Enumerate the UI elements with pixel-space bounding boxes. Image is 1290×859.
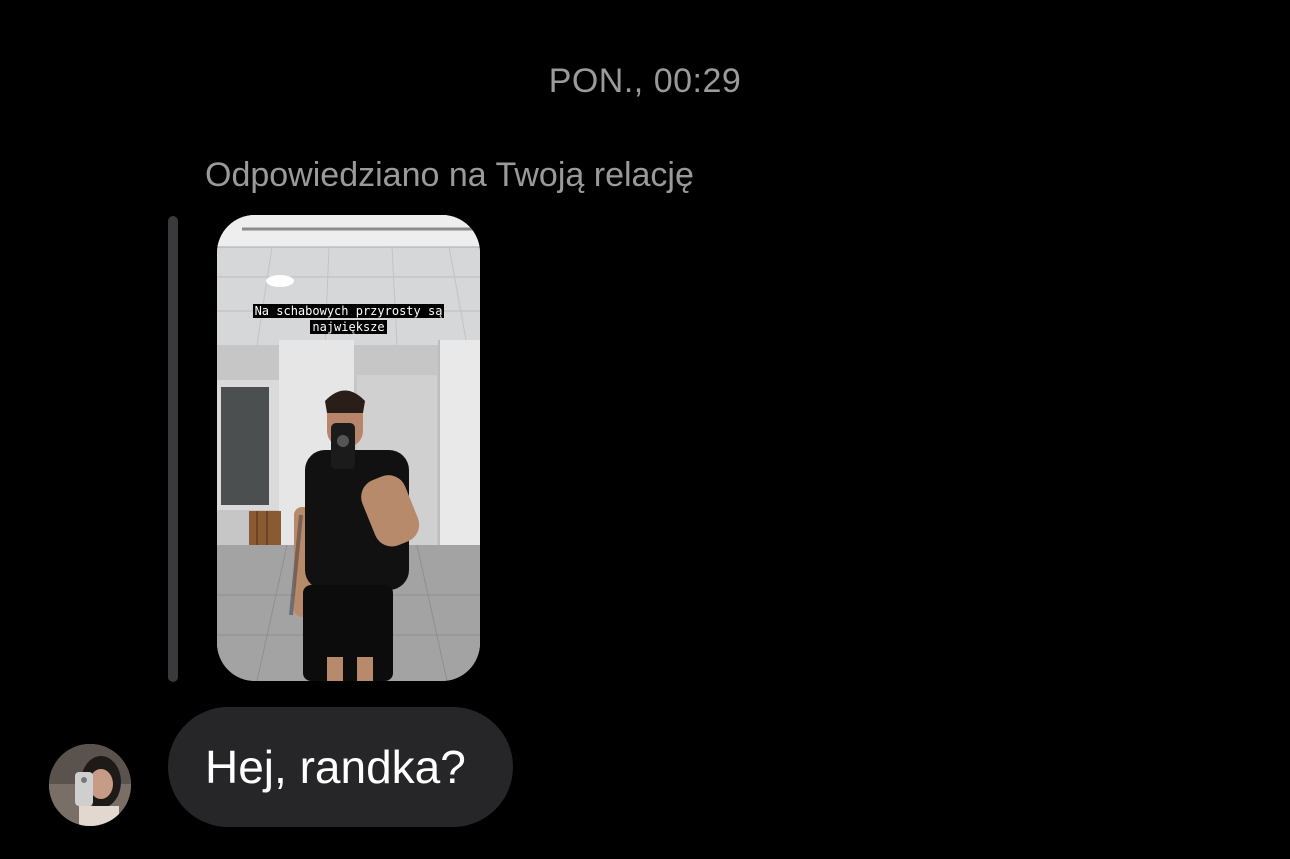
- reply-quote-bar: [168, 216, 178, 682]
- message-timestamp: PON., 00:29: [548, 62, 742, 100]
- story-reply-label: Odpowiedziano na Twoją relację: [205, 156, 694, 194]
- chat-screen: PON., 00:29 Odpowiedziano na Twoją relac…: [0, 0, 1290, 859]
- story-caption: Na schabowych przyrosty są największe: [217, 303, 480, 335]
- sender-avatar[interactable]: [49, 744, 131, 826]
- story-photo: [217, 215, 480, 681]
- story-caption-line-1: Na schabowych przyrosty są: [252, 304, 445, 318]
- message-text: Hej, randka?: [205, 741, 466, 793]
- story-caption-line-2: największe: [310, 320, 387, 334]
- avatar-photo: [49, 744, 131, 826]
- story-preview[interactable]: Na schabowych przyrosty są największe: [217, 215, 480, 681]
- message-bubble[interactable]: Hej, randka?: [168, 707, 513, 827]
